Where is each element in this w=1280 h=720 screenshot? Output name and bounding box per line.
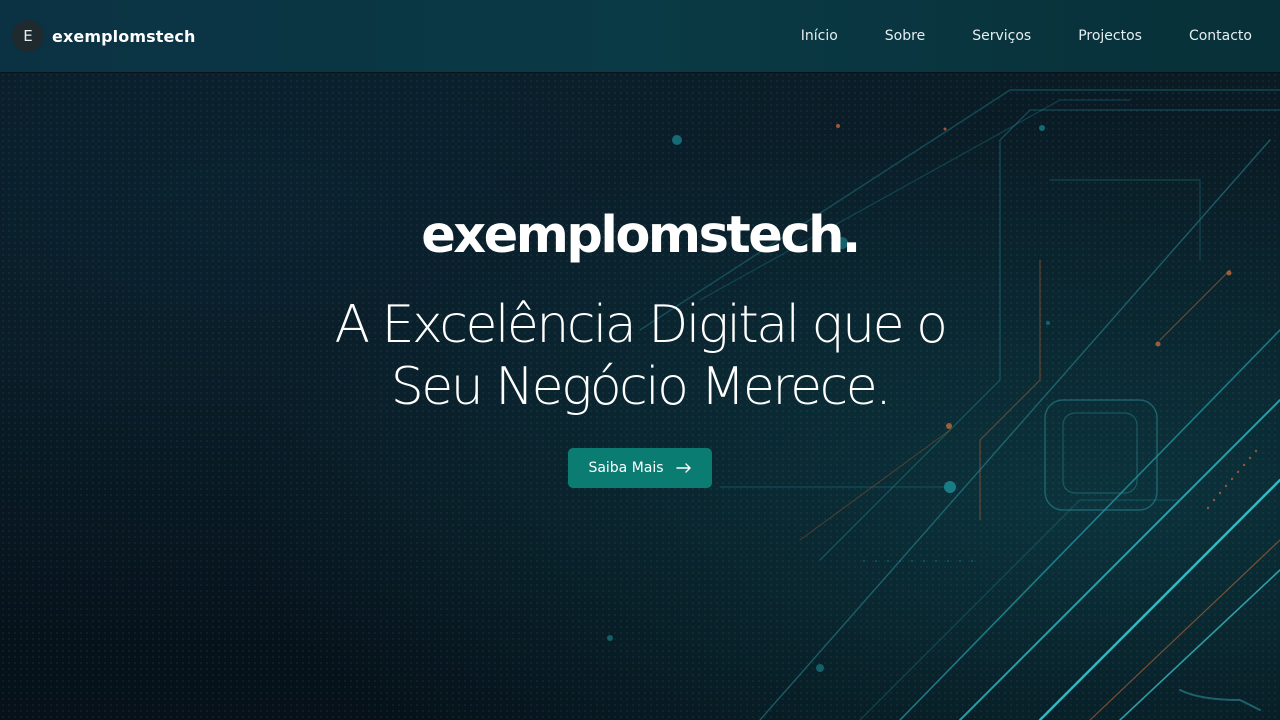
hero-headline: A Excelência Digital que o Seu Negócio M… — [240, 294, 1040, 418]
nav-link-sobre[interactable]: Sobre — [885, 28, 925, 44]
nav-link-contacto[interactable]: Contacto — [1189, 28, 1252, 44]
saiba-mais-button[interactable]: Saiba Mais — [568, 448, 712, 488]
nav-link-servicos[interactable]: Serviços — [972, 28, 1031, 44]
main-nav: Início Sobre Serviços Projectos Contacto — [754, 0, 1252, 72]
hero-headline-line1: A Excelência Digital que o — [334, 295, 948, 355]
nav-link-projectos[interactable]: Projectos — [1078, 28, 1142, 44]
top-navbar: E exemplomstech Início Sobre Serviços Pr… — [0, 0, 1280, 72]
brand-logo[interactable]: E exemplomstech — [12, 20, 196, 52]
hero-brand-title: exemplomstech. — [421, 206, 861, 265]
nav-link-inicio[interactable]: Início — [801, 28, 838, 44]
hero-section: exemplomstech. A Excelência Digital que … — [0, 72, 1280, 720]
brand-name: exemplomstech — [52, 26, 196, 46]
hero-headline-line2: Seu Negócio Merece. — [390, 357, 892, 417]
saiba-mais-label: Saiba Mais — [588, 460, 664, 476]
page: E exemplomstech Início Sobre Serviços Pr… — [0, 0, 1280, 720]
logo-badge: E — [12, 20, 44, 52]
arrow-right-icon — [675, 463, 691, 473]
